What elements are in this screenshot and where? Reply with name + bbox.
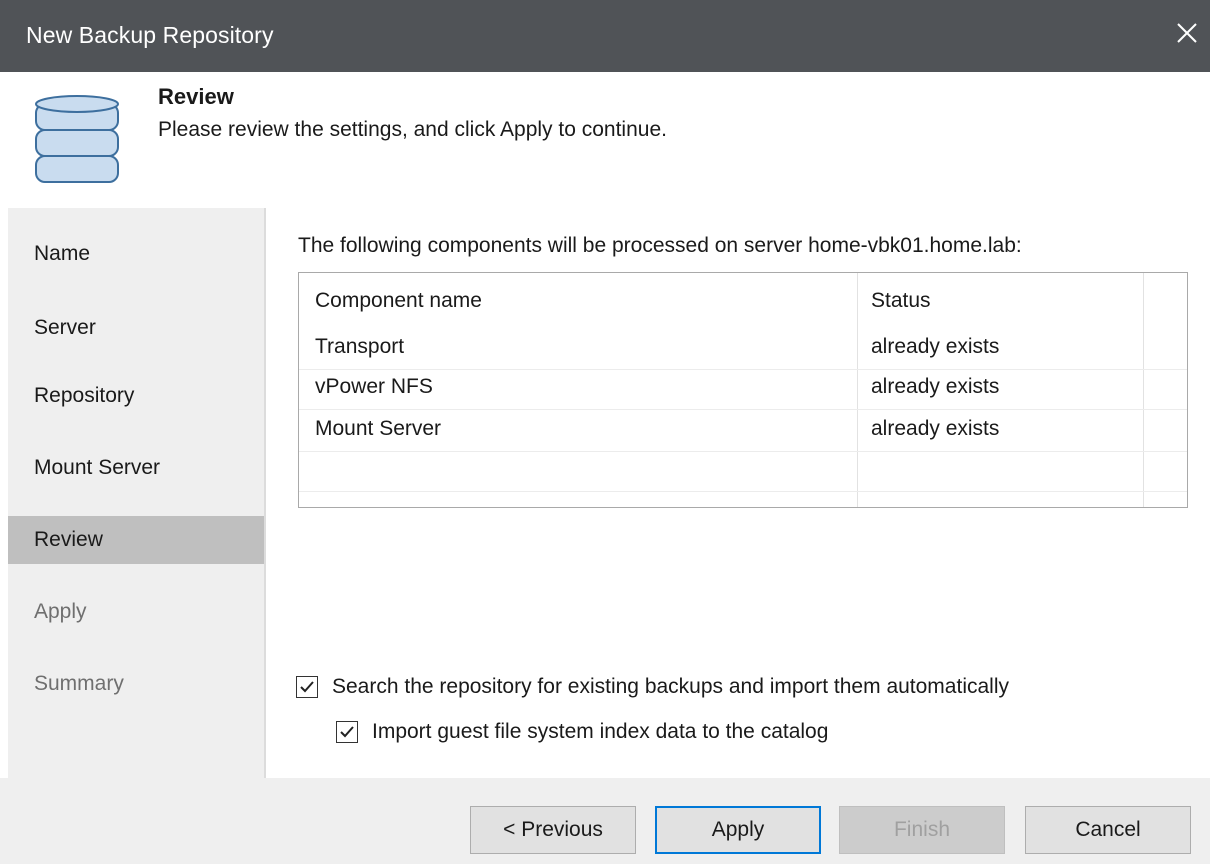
table-row-component[interactable]: Transport	[315, 335, 404, 359]
table-row-status[interactable]: already exists	[871, 375, 999, 399]
apply-button[interactable]: Apply	[655, 806, 821, 854]
window-title: New Backup Repository	[26, 22, 274, 48]
table-row-component[interactable]: Mount Server	[315, 417, 441, 441]
nav-item-review[interactable]: Review	[8, 516, 264, 564]
step-description: Please review the settings, and click Ap…	[158, 118, 667, 141]
table-row-component[interactable]: vPower NFS	[315, 375, 433, 399]
finish-button: Finish	[839, 806, 1005, 854]
table-row-status[interactable]: already exists	[871, 335, 999, 359]
search-existing-backups-checkbox[interactable]	[296, 676, 318, 698]
nav-item-summary: Summary	[34, 672, 124, 695]
search-existing-backups-label: Search the repository for existing backu…	[332, 675, 1009, 698]
row-divider	[299, 369, 1187, 370]
import-index-label: Import guest file system index data to t…	[372, 720, 829, 743]
column-divider	[857, 273, 858, 507]
wizard-header: Review Please review the settings, and c…	[0, 72, 1210, 208]
wizard-footer: < Previous Apply Finish Cancel	[0, 778, 1210, 864]
title-bar: New Backup Repository	[0, 0, 1210, 72]
nav-item-name[interactable]: Name	[8, 230, 264, 278]
import-index-option[interactable]: Import guest file system index data to t…	[336, 720, 828, 744]
wizard-steps-nav: Name Server Repository Mount Server Revi…	[8, 208, 264, 778]
database-icon	[34, 92, 120, 193]
close-icon[interactable]	[1170, 16, 1204, 50]
table-row-status[interactable]: already exists	[871, 417, 999, 441]
import-index-checkbox[interactable]	[336, 721, 358, 743]
cancel-button[interactable]: Cancel	[1025, 806, 1191, 854]
search-existing-backups-option[interactable]: Search the repository for existing backu…	[296, 675, 1009, 699]
row-divider	[299, 409, 1187, 410]
nav-item-mount-server[interactable]: Mount Server	[8, 444, 264, 492]
nav-item-repository[interactable]: Repository	[8, 372, 264, 420]
review-panel: The following components will be process…	[266, 208, 1210, 778]
nav-item-apply: Apply	[34, 600, 87, 623]
column-header-component[interactable]: Component name	[315, 289, 482, 313]
column-divider	[1143, 273, 1144, 507]
components-intro: The following components will be process…	[298, 234, 1022, 257]
row-divider	[299, 491, 1187, 492]
nav-item-server[interactable]: Server	[8, 304, 264, 352]
step-title: Review	[158, 84, 234, 109]
column-header-status[interactable]: Status	[871, 289, 931, 313]
components-table[interactable]: Component name Status Transport already …	[298, 272, 1188, 508]
previous-button[interactable]: < Previous	[470, 806, 636, 854]
row-divider	[299, 451, 1187, 452]
